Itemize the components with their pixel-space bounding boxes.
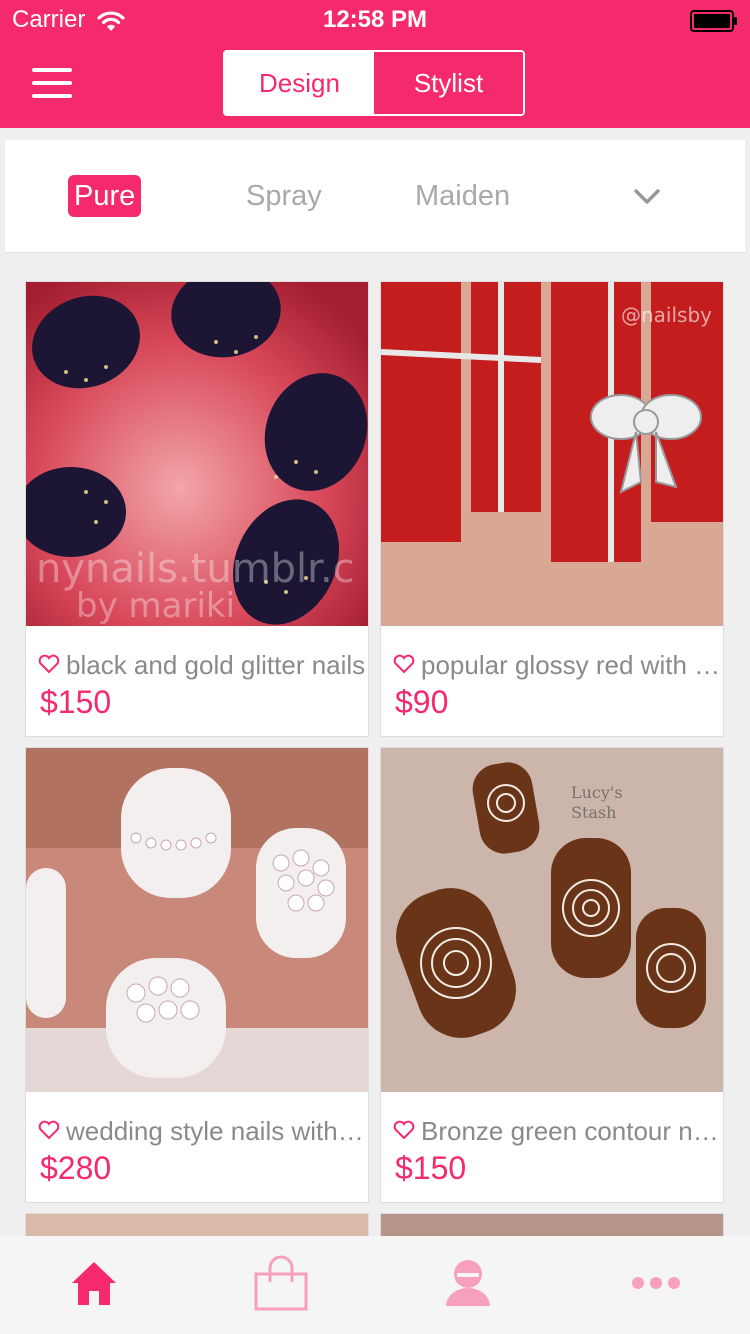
product-title-row: popular glossy red with bow <box>393 650 723 680</box>
category-spray[interactable]: Spray <box>240 175 328 217</box>
status-time: 12:58 PM <box>322 6 428 33</box>
hamburger-icon-bar <box>32 68 72 72</box>
shopping-bag-icon <box>252 1254 310 1317</box>
heart-icon[interactable] <box>38 654 60 679</box>
tab-bar <box>0 1236 750 1334</box>
product-card[interactable]: Lucy's Stash Bronze green contour nails … <box>380 747 724 1203</box>
heart-icon[interactable] <box>38 1120 60 1145</box>
product-image[interactable]: Lucy's Stash <box>381 748 723 1092</box>
svg-text:by mariki: by mariki <box>76 586 235 626</box>
category-pure[interactable]: Pure <box>68 175 142 217</box>
hamburger-icon-bar <box>32 94 72 98</box>
tab-more[interactable] <box>596 1236 716 1334</box>
heart-icon[interactable] <box>393 1120 415 1145</box>
product-title: wedding style nails with rhinestones <box>66 1116 368 1146</box>
svg-text:@nailsby: @nailsby <box>621 303 712 327</box>
menu-button[interactable] <box>30 66 74 100</box>
product-image[interactable]: @nailsby <box>381 282 723 626</box>
hamburger-icon-bar <box>32 81 72 85</box>
product-card[interactable]: wedding style nails with rhinestones $28… <box>25 747 369 1203</box>
battery-icon <box>690 10 738 37</box>
product-price: $150 <box>40 684 112 720</box>
chevron-down-icon[interactable] <box>633 188 661 211</box>
design-stylist-switch: Design Stylist <box>223 50 525 116</box>
design-tab[interactable]: Design <box>225 52 374 114</box>
category-bar: Pure Spray Maiden <box>5 140 745 253</box>
svg-text:Lucy's: Lucy's <box>571 783 623 802</box>
product-title-row: wedding style nails with rhinestones <box>38 1116 368 1146</box>
product-card[interactable]: @nailsby popular glossy red with bow $90 <box>380 281 724 737</box>
category-maiden[interactable]: Maiden <box>409 175 516 217</box>
status-bar: Carrier 12:58 PM <box>0 0 750 40</box>
app-header: Carrier 12:58 PM Design Stylist <box>0 0 750 128</box>
stylist-tab[interactable]: Stylist <box>374 52 523 114</box>
tab-shop[interactable] <box>221 1236 341 1334</box>
tab-profile[interactable] <box>408 1236 528 1334</box>
product-title-row: black and gold glitter nails <box>38 650 368 680</box>
tab-home[interactable] <box>34 1236 154 1334</box>
home-icon <box>69 1259 119 1312</box>
product-title-row: Bronze green contour nails <box>393 1116 723 1146</box>
product-price: $90 <box>395 684 449 720</box>
product-price: $150 <box>395 1150 467 1186</box>
user-icon <box>443 1258 493 1313</box>
product-price: $280 <box>40 1150 112 1186</box>
product-image[interactable] <box>26 748 368 1092</box>
more-icon <box>631 1276 681 1295</box>
product-title: Bronze green contour nails <box>421 1116 723 1146</box>
product-title: popular glossy red with bow <box>421 650 723 680</box>
product-card[interactable]: nynails.tumblr.c by mariki black and gol… <box>25 281 369 737</box>
heart-icon[interactable] <box>393 654 415 679</box>
product-title: black and gold glitter nails <box>66 650 366 680</box>
svg-text:Stash: Stash <box>571 803 616 822</box>
product-image[interactable]: nynails.tumblr.c by mariki <box>26 282 368 626</box>
